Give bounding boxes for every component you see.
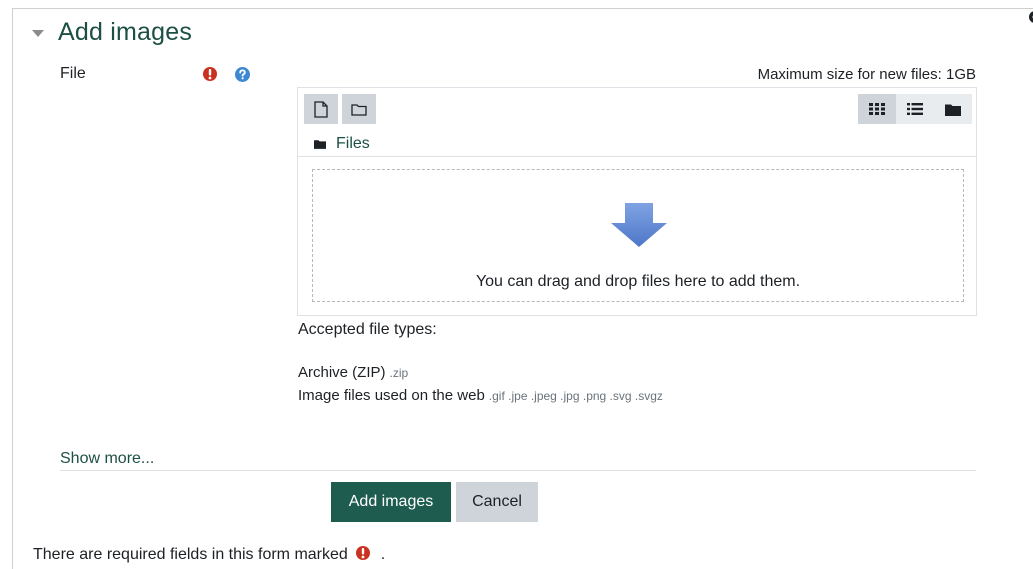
down-arrow-icon <box>611 203 667 247</box>
breadcrumb-divider <box>298 156 976 157</box>
grid-icon <box>869 103 885 115</box>
folder-icon <box>314 139 326 149</box>
field-label-file: File <box>60 65 86 83</box>
accepted-type-item: Image files used on the web .gif .jpe .jp… <box>298 387 663 404</box>
caret-down-icon <box>32 30 44 37</box>
required-icon <box>356 545 370 561</box>
add-file-button[interactable] <box>304 94 338 124</box>
file-picker: Files You can drag and drop files here t… <box>297 87 977 316</box>
section-header-add-images[interactable]: Add images <box>32 18 192 47</box>
accepted-type-ext: .gif .jpe .jpeg .jpg .png .svg .svgz <box>489 389 663 403</box>
accepted-type-name: Archive (ZIP) <box>298 364 386 381</box>
max-size-text: Maximum size for new files: 1GB <box>758 66 976 83</box>
list-icon <box>907 103 923 115</box>
accepted-types-label: Accepted file types: <box>298 321 437 339</box>
required-icon <box>203 66 217 87</box>
view-list-button[interactable] <box>896 94 934 124</box>
breadcrumb-files[interactable]: Files <box>336 135 370 153</box>
breadcrumb[interactable]: Files <box>314 135 370 153</box>
file-picker-toolbar <box>304 94 376 124</box>
help-icon[interactable] <box>235 67 250 87</box>
divider <box>60 470 976 471</box>
drop-zone[interactable]: You can drag and drop files here to add … <box>312 169 964 302</box>
drop-zone-text: You can drag and drop files here to add … <box>313 273 963 291</box>
required-fields-note: There are required fields in this form m… <box>33 545 385 564</box>
folder-outline-icon <box>351 103 367 116</box>
view-switcher <box>858 94 972 124</box>
required-note-text: There are required fields in this form m… <box>33 546 348 563</box>
required-note-suffix: . <box>381 546 385 563</box>
accepted-type-item: Archive (ZIP) .zip <box>298 364 408 381</box>
gear-icon[interactable] <box>1024 8 1033 26</box>
view-icons-button[interactable] <box>858 94 896 124</box>
file-icon <box>314 101 328 118</box>
section-title: Add images <box>58 18 192 47</box>
accepted-type-ext: .zip <box>390 366 409 380</box>
folder-icon <box>945 103 961 116</box>
view-tree-button[interactable] <box>934 94 972 124</box>
show-more-link[interactable]: Show more... <box>60 450 154 468</box>
cancel-button[interactable]: Cancel <box>456 482 538 522</box>
add-images-button[interactable]: Add images <box>331 482 451 522</box>
accepted-type-name: Image files used on the web <box>298 387 485 404</box>
create-folder-button[interactable] <box>342 94 376 124</box>
